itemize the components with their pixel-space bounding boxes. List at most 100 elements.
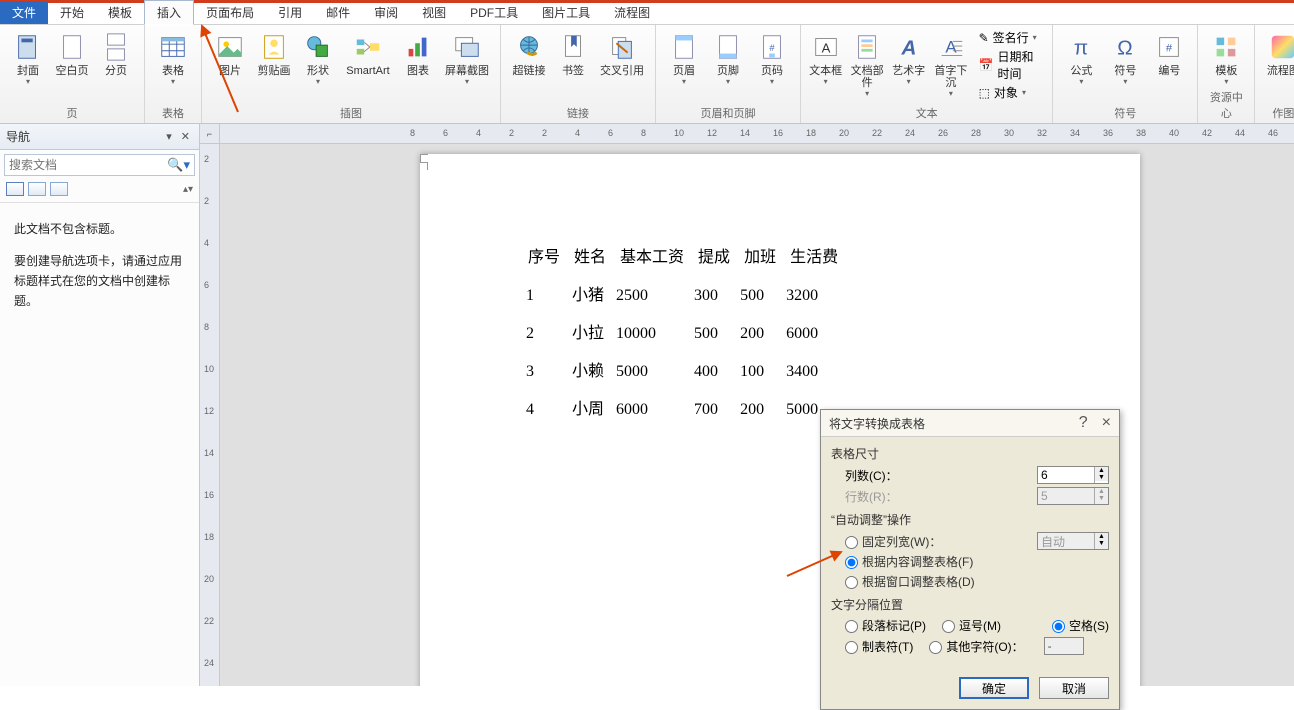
cancel-button[interactable]: 取消 <box>1039 677 1109 699</box>
rows-spinner: ▲▼ <box>1037 487 1109 505</box>
nav-title: 导航 <box>6 128 30 145</box>
tab-review[interactable]: 审阅 <box>362 1 410 24</box>
group-links-label: 链接 <box>509 103 647 123</box>
object-icon: ⬚ <box>979 86 990 100</box>
tab-insert[interactable]: 插入 <box>144 0 194 25</box>
calendar-icon: 📅 <box>979 58 994 72</box>
svg-text:#: # <box>1166 43 1173 55</box>
group-flowchart-label: 作图 <box>1263 103 1294 123</box>
bookmark-button[interactable]: 书签 <box>553 29 593 77</box>
page-break-button[interactable]: 分页 <box>96 29 136 77</box>
nav-dropdown-icon[interactable]: ▾ <box>166 131 175 143</box>
tab-file[interactable]: 文件 <box>0 1 48 24</box>
dialog-close-icon[interactable]: × <box>1102 414 1111 432</box>
svg-text:π: π <box>1074 37 1088 60</box>
object-button[interactable]: ⬚对象▾ <box>979 84 1045 101</box>
dialog-title: 将文字转换成表格 <box>829 415 925 432</box>
picture-button[interactable]: 图片 <box>210 29 250 77</box>
svg-text:A: A <box>821 41 830 56</box>
flowchart-button[interactable]: 流程图 <box>1263 29 1294 77</box>
vertical-ruler[interactable]: 224681012141618202224 <box>200 144 220 686</box>
signature-icon: ✎ <box>979 31 989 45</box>
chart-button[interactable]: 图表 <box>398 29 438 77</box>
fixed-width-input <box>1038 533 1094 549</box>
equation-button[interactable]: π公式▾ <box>1061 29 1101 86</box>
dropcap-button[interactable]: A首字下沉▾ <box>929 29 972 98</box>
nav-view-results[interactable] <box>50 182 68 196</box>
svg-text:A: A <box>945 38 957 57</box>
nav-view-headings[interactable] <box>6 182 24 196</box>
tab-template[interactable]: 模板 <box>96 1 144 24</box>
group-table-label: 表格 <box>153 103 193 123</box>
ok-button[interactable]: 确定 <box>959 677 1029 699</box>
group-headfoot-label: 页眉和页脚 <box>664 103 792 123</box>
group-illustrations-label: 插图 <box>210 103 492 123</box>
radio-sep-comma[interactable]: 逗号(M) <box>942 617 1001 634</box>
ribbon: 封面▾ 空白页 分页 页 表格▾ 表格 图片 剪贴画 形状▾ SmartArt … <box>0 25 1294 124</box>
numbering-button[interactable]: #编号 <box>1149 29 1189 77</box>
cover-page-button[interactable]: 封面▾ <box>8 29 48 86</box>
nav-search[interactable]: 🔍▾ <box>4 154 195 176</box>
columns-input[interactable] <box>1038 467 1094 483</box>
dialog-help-icon[interactable]: ? <box>1079 414 1088 432</box>
radio-sep-tab[interactable]: 制表符(T) <box>845 638 913 655</box>
clipart-button[interactable]: 剪贴画 <box>254 29 294 77</box>
rows-input <box>1038 488 1094 504</box>
shapes-button[interactable]: 形状▾ <box>298 29 338 86</box>
horizontal-ruler[interactable]: 8642246810121416182022242628303234363840… <box>220 124 1294 144</box>
svg-text:Ω: Ω <box>1118 37 1133 60</box>
smartart-button[interactable]: SmartArt <box>342 29 394 77</box>
group-page-label: 页 <box>8 103 136 123</box>
radio-sep-space[interactable]: 空格(S) <box>1052 617 1109 634</box>
columns-spinner[interactable]: ▲▼ <box>1037 466 1109 484</box>
tab-mail[interactable]: 邮件 <box>314 1 362 24</box>
radio-sep-other[interactable]: 其他字符(O)： <box>929 638 1023 655</box>
svg-text:A: A <box>900 37 916 60</box>
tab-flowchart[interactable]: 流程图 <box>602 1 662 24</box>
pagenum-button[interactable]: #页码▾ <box>752 29 792 86</box>
tab-home[interactable]: 开始 <box>48 1 96 24</box>
hyperlink-button[interactable]: 超链接 <box>509 29 549 77</box>
nav-close-icon[interactable]: ✕ <box>181 131 193 143</box>
nav-search-input[interactable] <box>9 158 167 172</box>
tab-page-layout[interactable]: 页面布局 <box>194 1 266 24</box>
header-button[interactable]: 页眉▾ <box>664 29 704 86</box>
rows-label: 行数(R)： <box>845 488 925 505</box>
group-symbol-label: 符号 <box>1061 103 1189 123</box>
tab-references[interactable]: 引用 <box>266 1 314 24</box>
datetime-button[interactable]: 📅日期和时间 <box>979 48 1045 82</box>
crossref-button[interactable]: 交叉引用 <box>597 29 647 77</box>
wordart-button[interactable]: A艺术字▾ <box>892 29 925 86</box>
radio-sep-paragraph[interactable]: 段落标记(P) <box>845 617 926 634</box>
nav-view-caret[interactable]: ▴▾ <box>183 184 193 195</box>
tab-picture-tools[interactable]: 图片工具 <box>530 1 602 24</box>
svg-text:#: # <box>769 43 775 53</box>
columns-label: 列数(C)： <box>845 467 925 484</box>
menu-tabs: 文件 开始 模板 插入 页面布局 引用 邮件 审阅 视图 PDF工具 图片工具 … <box>0 3 1294 25</box>
document-text[interactable]: 序号姓名基本工资提成加班生活费1小猪250030050032002小拉10000… <box>520 238 846 430</box>
radio-fixed-width[interactable]: 固定列宽(W)： <box>845 533 941 550</box>
symbol-button[interactable]: Ω符号▾ <box>1105 29 1145 86</box>
sep-other-input[interactable] <box>1044 637 1084 655</box>
template-center-button[interactable]: 模板▾ <box>1206 29 1246 86</box>
screenshot-button[interactable]: 屏幕截图▾ <box>442 29 492 86</box>
radio-fit-window[interactable]: 根据窗口调整表格(D) <box>845 573 975 590</box>
search-icon[interactable]: 🔍▾ <box>167 157 190 173</box>
convert-text-to-table-dialog: 将文字转换成表格 ? × 表格尺寸 列数(C)： ▲▼ 行数(R)： ▲▼ <box>820 409 1120 710</box>
tab-pdf-tools[interactable]: PDF工具 <box>458 1 530 24</box>
group-text-label: 文本 <box>809 103 1044 123</box>
nav-message-2: 要创建导航选项卡，请通过应用标题样式在您的文档中创建标题。 <box>14 251 185 311</box>
radio-fit-content[interactable]: 根据内容调整表格(F) <box>845 553 973 570</box>
ruler-corner[interactable]: ⌐ <box>200 124 220 144</box>
document-canvas[interactable]: 序号姓名基本工资提成加班生活费1小猪250030050032002小拉10000… <box>220 144 1294 686</box>
blank-page-button[interactable]: 空白页 <box>52 29 92 77</box>
nav-view-pages[interactable] <box>28 182 46 196</box>
quickparts-button[interactable]: 文档部件▾ <box>846 29 888 98</box>
section-separator: 文字分隔位置 <box>831 596 1109 613</box>
table-button[interactable]: 表格▾ <box>153 29 193 86</box>
signature-button[interactable]: ✎签名行▾ <box>979 29 1045 46</box>
textbox-button[interactable]: A文本框▾ <box>809 29 842 86</box>
tab-view[interactable]: 视图 <box>410 1 458 24</box>
footer-button[interactable]: 页脚▾ <box>708 29 748 86</box>
fixed-width-spinner: ▲▼ <box>1037 532 1109 550</box>
